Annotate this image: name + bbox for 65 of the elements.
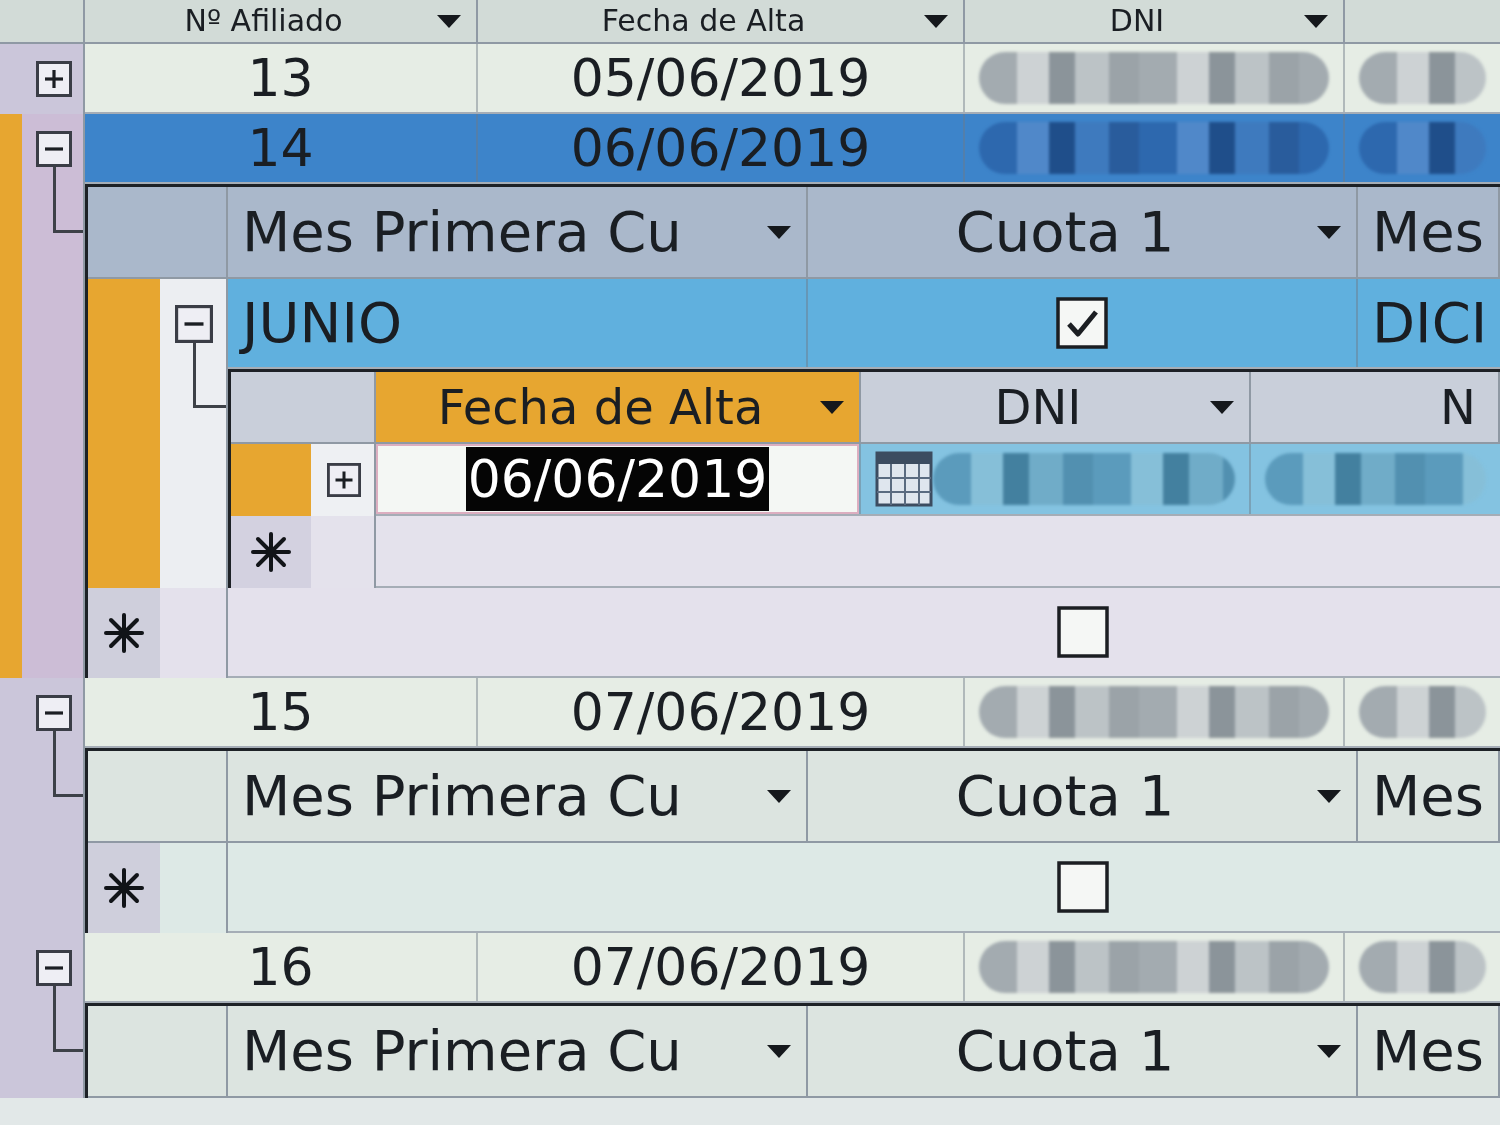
column-header[interactable]: Mes bbox=[1358, 751, 1500, 841]
record-selector[interactable] bbox=[88, 843, 228, 933]
table-row[interactable]: 16 07/06/2019 bbox=[85, 933, 1500, 1003]
minus-box-icon[interactable] bbox=[36, 950, 72, 986]
column-header[interactable]: Mes Primera Cu bbox=[228, 1006, 808, 1096]
column-header[interactable]: Cuota 1 bbox=[808, 187, 1358, 277]
column-header[interactable]: Nº Afiliado bbox=[85, 0, 478, 42]
column-header[interactable]: Fecha de Alta bbox=[376, 372, 861, 442]
table-row[interactable]: 14 06/06/2019 bbox=[85, 114, 1500, 184]
table-cell: 05/06/2019 bbox=[478, 44, 965, 112]
date-field[interactable]: 06/06/2019 bbox=[376, 444, 859, 514]
column-header[interactable]: Mes Primera Cu bbox=[228, 187, 808, 277]
record-selector[interactable] bbox=[88, 588, 228, 678]
caret-icon[interactable] bbox=[1316, 1043, 1342, 1059]
record-selector[interactable] bbox=[231, 444, 376, 516]
column-header[interactable]: Fecha de Alta bbox=[478, 0, 965, 42]
asterisk-icon bbox=[104, 613, 144, 653]
plus-box-icon[interactable] bbox=[36, 61, 72, 97]
table-cell: 07/06/2019 bbox=[478, 933, 965, 1001]
table-row[interactable]: 15 07/06/2019 bbox=[85, 678, 1500, 748]
table-row[interactable]: JUNIO DICI bbox=[228, 279, 1500, 369]
table-cell-text: DICI bbox=[1371, 289, 1489, 357]
table-row[interactable]: 06/06/2019 bbox=[376, 444, 1500, 516]
caret-icon[interactable] bbox=[923, 13, 949, 29]
asterisk-icon bbox=[104, 868, 144, 908]
tree-connector bbox=[53, 731, 83, 797]
caret-icon[interactable] bbox=[766, 224, 792, 240]
tree-connector bbox=[53, 986, 83, 1052]
tree-connector bbox=[193, 343, 226, 408]
table-cell: 14 bbox=[85, 114, 478, 182]
table-row[interactable]: 13 05/06/2019 bbox=[85, 44, 1500, 114]
minus-box-icon[interactable] bbox=[36, 131, 72, 167]
checkbox[interactable] bbox=[1056, 297, 1108, 349]
column-header[interactable]: N bbox=[1251, 372, 1500, 442]
caret-icon[interactable] bbox=[1316, 788, 1342, 804]
column-header[interactable]: Mes Primera Cu bbox=[228, 751, 808, 841]
asterisk-icon bbox=[251, 532, 291, 572]
table-cell: 06/06/2019 bbox=[478, 114, 965, 182]
calendar-icon[interactable] bbox=[875, 451, 933, 507]
plus-box-icon[interactable] bbox=[327, 463, 361, 497]
table-cell: 13 bbox=[85, 44, 478, 112]
checkbox[interactable] bbox=[1057, 861, 1109, 913]
caret-icon[interactable] bbox=[766, 788, 792, 804]
caret-icon[interactable] bbox=[1303, 13, 1329, 29]
column-header[interactable]: Cuota 1 bbox=[808, 1006, 1358, 1096]
caret-icon[interactable] bbox=[1316, 224, 1342, 240]
minus-box-icon[interactable] bbox=[175, 305, 213, 343]
minus-box-icon[interactable] bbox=[36, 695, 72, 731]
table-cell: 16 bbox=[85, 933, 478, 1001]
caret-icon[interactable] bbox=[1209, 399, 1235, 415]
column-header[interactable]: Mes bbox=[1358, 187, 1500, 277]
table-cell: 07/06/2019 bbox=[478, 678, 965, 746]
column-header[interactable]: DNI bbox=[965, 0, 1345, 42]
checkbox[interactable] bbox=[1057, 606, 1109, 658]
caret-icon[interactable] bbox=[766, 1043, 792, 1059]
column-header[interactable]: DNI bbox=[861, 372, 1251, 442]
column-header[interactable]: Mes bbox=[1358, 1006, 1500, 1096]
tree-connector bbox=[53, 167, 83, 233]
table-cell: JUNIO bbox=[228, 279, 808, 367]
highlighted-text: 06/06/2019 bbox=[465, 447, 770, 511]
record-selector[interactable] bbox=[231, 516, 376, 588]
table-cell: 15 bbox=[85, 678, 478, 746]
caret-icon[interactable] bbox=[819, 399, 845, 415]
column-header[interactable]: Cuota 1 bbox=[808, 751, 1358, 841]
caret-icon[interactable] bbox=[436, 13, 462, 29]
